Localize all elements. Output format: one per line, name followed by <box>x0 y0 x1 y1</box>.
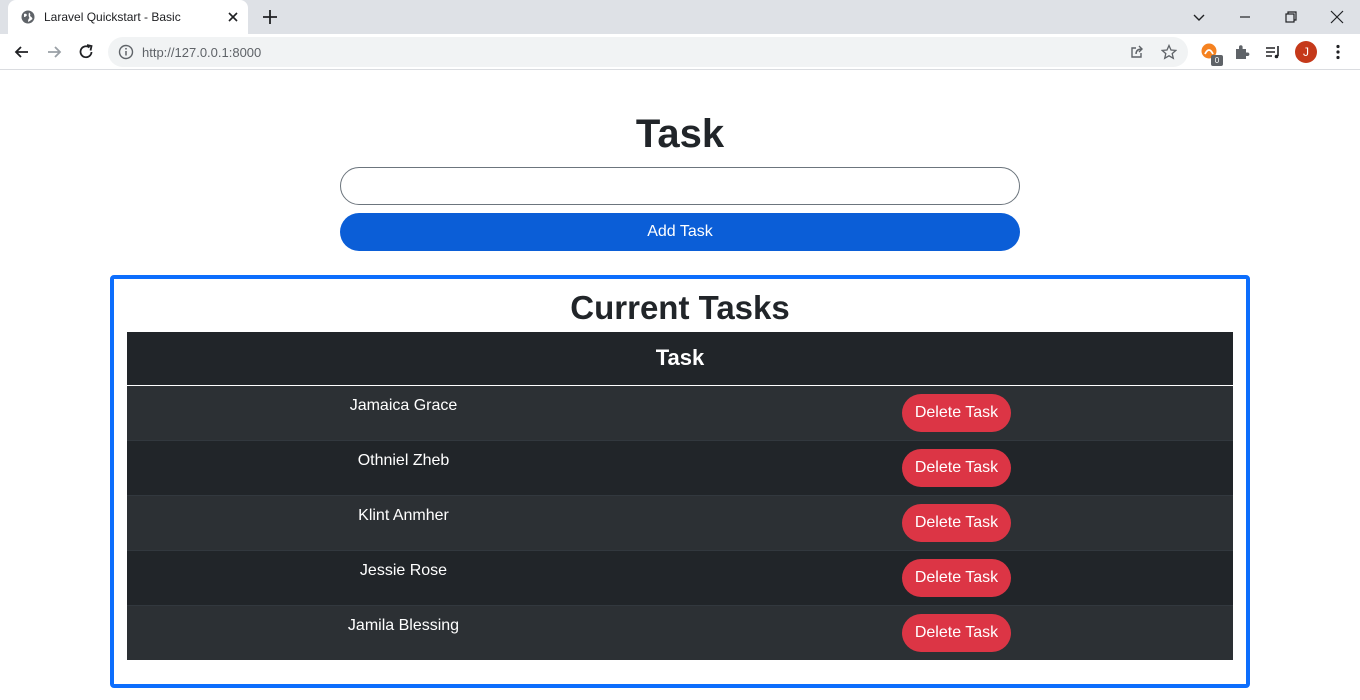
menu-kebab-icon[interactable] <box>1328 42 1348 62</box>
table-row: Jamila Blessing Delete Task <box>127 604 1233 660</box>
extension-badge: 0 <box>1211 55 1223 66</box>
browser-tabstrip: Laravel Quickstart - Basic <box>0 0 1360 34</box>
task-name: Jamaica Grace <box>349 396 458 414</box>
task-column-header: Task <box>127 332 1233 386</box>
tab-search-icon[interactable] <box>1189 7 1209 27</box>
delete-task-button[interactable]: Delete Task <box>901 558 1012 597</box>
close-icon[interactable] <box>225 9 241 25</box>
tab-title: Laravel Quickstart - Basic <box>44 10 181 24</box>
close-window-icon[interactable] <box>1327 7 1347 27</box>
browser-tab[interactable]: Laravel Quickstart - Basic <box>8 0 248 34</box>
current-tasks-title: Current Tasks <box>570 289 790 326</box>
reading-list-icon[interactable] <box>1263 42 1283 62</box>
delete-task-button[interactable]: Delete Task <box>901 448 1012 487</box>
task-name: Jessie Rose <box>359 561 448 579</box>
delete-task-button[interactable]: Delete Task <box>901 613 1012 652</box>
current-tasks-panel: Current Tasks Task Jamaica Grace Delete … <box>110 275 1250 688</box>
page-title: Task <box>635 112 725 156</box>
url-text: http://127.0.0.1:8000 <box>142 45 262 60</box>
table-header-row: Task <box>127 332 1233 386</box>
reload-icon[interactable] <box>76 42 96 62</box>
table-row: Jamaica Grace Delete Task <box>127 384 1233 440</box>
browser-toolbar: http://127.0.0.1:8000 <box>0 34 1360 70</box>
table-row: Klint Anmher Delete Task <box>127 494 1233 550</box>
minimize-icon[interactable] <box>1235 7 1255 27</box>
puzzle-icon[interactable] <box>1232 42 1252 62</box>
table-row: Jessie Rose Delete Task <box>127 549 1233 605</box>
new-tab-icon[interactable] <box>260 7 280 27</box>
table-row: Othniel Zheb Delete Task <box>127 439 1233 495</box>
forward-arrow-icon[interactable] <box>44 42 64 62</box>
site-info-icon[interactable] <box>118 44 134 60</box>
restore-icon[interactable] <box>1281 7 1301 27</box>
tasks-table: Task Jamaica Grace Delete Task Othniel Z… <box>127 332 1233 660</box>
task-name: Klint Anmher <box>358 506 449 524</box>
globe-icon <box>21 10 35 24</box>
task-name: Jamila Blessing <box>347 616 460 634</box>
share-icon[interactable] <box>1129 44 1145 60</box>
delete-task-button[interactable]: Delete Task <box>901 393 1012 432</box>
task-name-input[interactable] <box>340 167 1020 205</box>
profile-avatar[interactable]: J <box>1295 41 1317 63</box>
address-bar[interactable]: http://127.0.0.1:8000 <box>108 37 1188 67</box>
back-arrow-icon[interactable] <box>12 42 32 62</box>
delete-task-button[interactable]: Delete Task <box>901 503 1012 542</box>
bookmark-star-icon[interactable] <box>1161 44 1177 60</box>
task-name: Othniel Zheb <box>357 451 450 469</box>
add-task-button[interactable]: Add Task <box>340 213 1020 251</box>
